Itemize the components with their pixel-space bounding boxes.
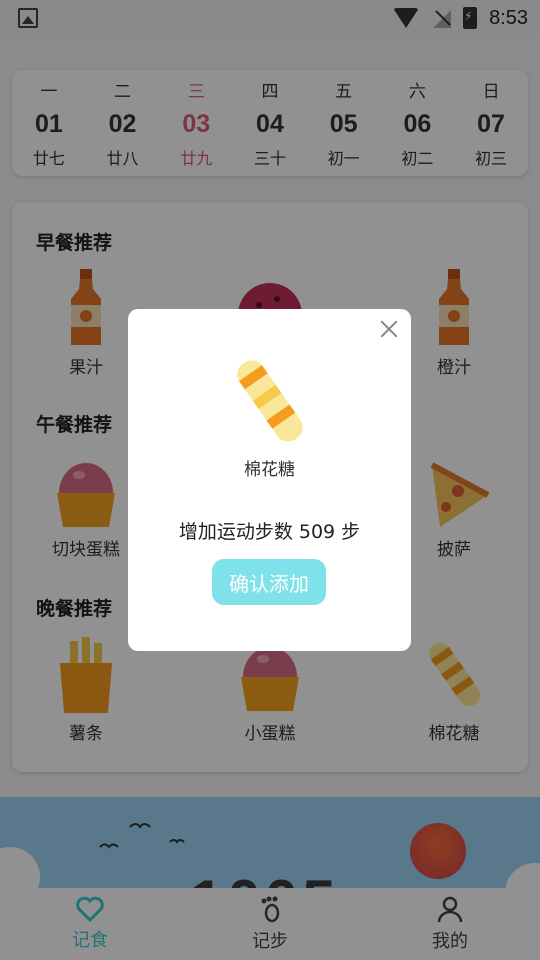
add-food-dialog: 棉花糖 增加运动步数 509 步 确认添加 — [128, 309, 411, 651]
marshmallow-icon — [237, 360, 303, 442]
confirm-add-button[interactable]: 确认添加 — [212, 559, 326, 605]
close-icon[interactable] — [377, 317, 401, 341]
dialog-message: 增加运动步数 509 步 — [178, 521, 361, 543]
dialog-food-name: 棉花糖 — [244, 460, 295, 480]
